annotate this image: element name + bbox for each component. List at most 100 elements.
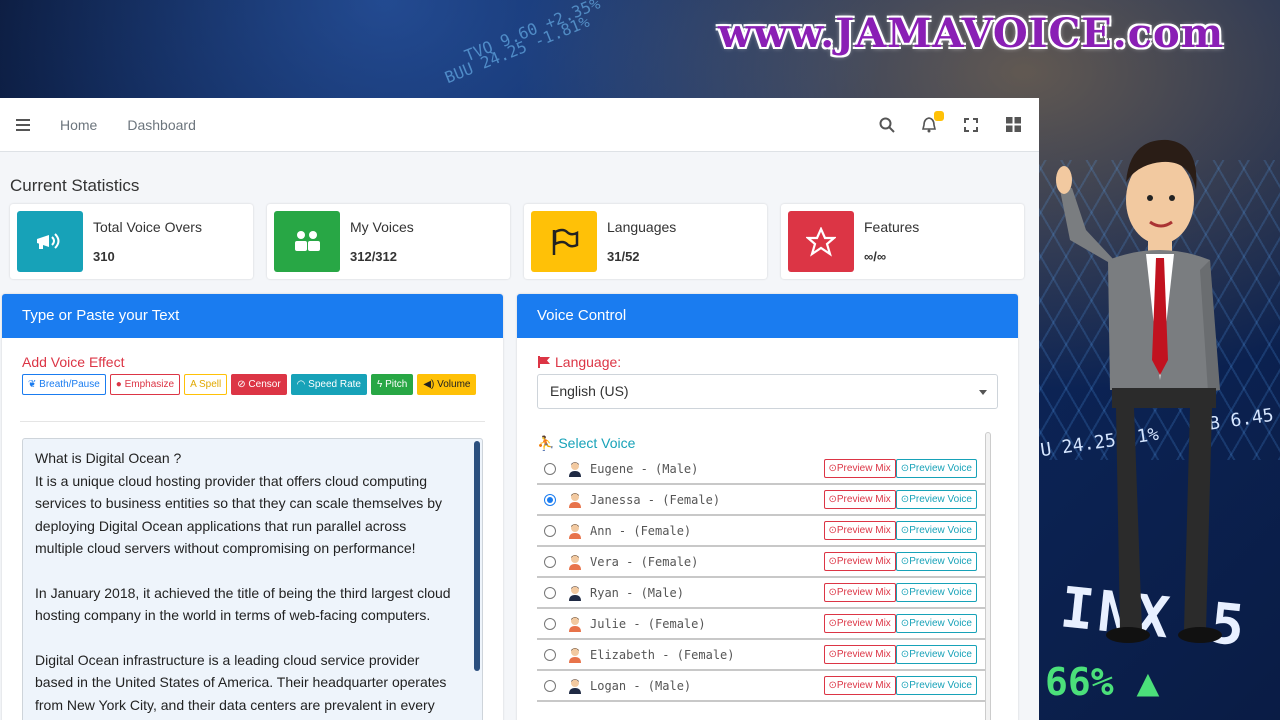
voice-name: Vera - (Female) xyxy=(590,554,699,569)
preview-mix-label: Preview Mix xyxy=(836,680,891,691)
effect-censor-button[interactable]: ⊘ Censor xyxy=(231,374,287,395)
voice-row[interactable]: Eugene - (Male) ⊙Preview Mix ⊙Preview Voic… xyxy=(537,454,989,485)
voice-row[interactable]: Logan - (Male) ⊙Preview Mix ⊙Preview Voice xyxy=(537,671,989,702)
notification-badge xyxy=(934,110,944,121)
select-voice-label: ⛹ Select Voice xyxy=(537,435,998,452)
voice-list-scrollbar[interactable] xyxy=(985,432,991,720)
effect-spell-button[interactable]: A Spell xyxy=(184,374,228,395)
preview-mix-button[interactable]: ⊙Preview Mix xyxy=(823,521,896,540)
preview-mix-button[interactable]: ⊙Preview Mix xyxy=(823,614,896,633)
voice-row[interactable]: Julie - (Female) ⊙Preview Mix ⊙Preview Voi… xyxy=(537,609,989,640)
preview-voice-button[interactable]: ⊙Preview Voice xyxy=(895,459,977,478)
preview-voice-button[interactable]: ⊙Preview Voice xyxy=(895,490,977,509)
menu-icon[interactable] xyxy=(16,118,30,131)
voice-radio[interactable] xyxy=(544,493,556,506)
select-voice-text: Select Voice xyxy=(558,435,636,451)
preview-mix-button[interactable]: ⊙Preview Mix xyxy=(823,552,896,571)
preview-voice-button[interactable]: ⊙Preview Voice xyxy=(895,552,977,571)
effect-chips: ❦ Breath/Pause ● Emphasize A Spell ⊘ Cen… xyxy=(22,374,483,395)
preview-voice-label: Preview Voice xyxy=(909,525,972,536)
panels-row: Type or Paste your Text Add Voice Effect… xyxy=(0,279,1039,720)
female-avatar-icon xyxy=(569,492,581,508)
male-avatar-icon xyxy=(569,461,581,477)
language-label-text: Language: xyxy=(555,354,622,370)
percent-ticker: 66% ▲ xyxy=(1045,660,1160,704)
female-avatar-icon xyxy=(569,523,581,539)
voice-effects: Add Voice Effect ❦ Breath/Pause ● Emphas… xyxy=(2,338,503,395)
megaphone-icon xyxy=(17,211,83,272)
stat-label: Features xyxy=(864,219,920,235)
preview-mix-button[interactable]: ⊙Preview Mix xyxy=(823,583,896,602)
preview-voice-button[interactable]: ⊙Preview Voice xyxy=(895,583,977,602)
effect-volume-button[interactable]: ◀) Volume xyxy=(417,374,477,395)
voice-name: Logan - (Male) xyxy=(590,678,692,693)
voice-panel: Voice Control Language: English (US) ⛹ S… xyxy=(517,294,1018,720)
female-avatar-icon xyxy=(569,647,581,663)
flag-icon xyxy=(531,211,597,272)
preview-voice-label: Preview Voice xyxy=(909,463,972,474)
effect-speed-rate-button[interactable]: ◠ Speed Rate xyxy=(290,374,367,395)
voice-radio[interactable] xyxy=(544,524,556,537)
brand-watermark: www.JAMAVOICE.com xyxy=(718,10,1225,57)
preview-voice-label: Preview Voice xyxy=(909,649,972,660)
voice-panel-title: Voice Control xyxy=(517,294,1018,338)
voice-row[interactable]: Vera - (Female) ⊙Preview Mix ⊙Preview Voic… xyxy=(537,547,989,578)
preview-voice-button[interactable]: ⊙Preview Voice xyxy=(895,645,977,664)
effect-emphasize-button[interactable]: ● Emphasize xyxy=(109,374,181,395)
voice-row[interactable]: Janessa - (Female) ⊙Preview Mix ⊙Preview V… xyxy=(537,485,989,516)
female-avatar-icon xyxy=(569,554,581,570)
voice-icon: ⛹ xyxy=(537,435,555,451)
stat-card-features: Features ∞/∞ xyxy=(781,204,1024,279)
voice-row[interactable]: Ryan - (Male) ⊙Preview Mix ⊙Preview Voice xyxy=(537,578,989,609)
preview-voice-button[interactable]: ⊙Preview Voice xyxy=(895,614,977,633)
stat-card-my-voices: My Voices 312/312 xyxy=(267,204,510,279)
voice-name: Julie - (Female) xyxy=(590,616,706,631)
grid-icon[interactable] xyxy=(1003,115,1023,135)
voice-name: Janessa - (Female) xyxy=(590,492,721,507)
effect-pitch-button[interactable]: ϟ Pitch xyxy=(371,374,414,395)
stat-value: 312/312 xyxy=(350,249,397,264)
stat-label: My Voices xyxy=(350,219,414,235)
preview-voice-button[interactable]: ⊙Preview Voice xyxy=(895,521,977,540)
voice-list: Eugene - (Male) ⊙Preview Mix ⊙Preview Voic… xyxy=(537,432,991,720)
chip-label: Censor xyxy=(248,379,281,390)
chip-label: Speed Rate xyxy=(308,379,361,390)
voice-row[interactable]: Ann - (Female) ⊙Preview Mix ⊙Preview Voice xyxy=(537,516,989,547)
voice-radio[interactable] xyxy=(544,586,556,599)
preview-mix-label: Preview Mix xyxy=(836,587,891,598)
flag-icon xyxy=(538,356,550,368)
voice-radio[interactable] xyxy=(544,462,556,475)
preview-mix-button[interactable]: ⊙Preview Mix xyxy=(823,645,896,664)
preview-mix-button[interactable]: ⊙Preview Mix xyxy=(823,676,896,695)
text-input-area[interactable]: What is Digital Ocean ? It is a unique c… xyxy=(22,438,483,720)
voice-radio[interactable] xyxy=(544,617,556,630)
preview-voice-label: Preview Voice xyxy=(909,556,972,567)
nav-dashboard[interactable]: Dashboard xyxy=(127,117,196,133)
chip-label: Volume xyxy=(437,379,471,390)
female-avatar-icon xyxy=(569,616,581,632)
presenter-illustration xyxy=(1056,139,1222,643)
text-paragraph-1: What is Digital Ocean ? It is a unique c… xyxy=(35,450,442,556)
search-icon[interactable] xyxy=(877,115,897,135)
voice-radio[interactable] xyxy=(544,679,556,692)
nav-home[interactable]: Home xyxy=(60,117,97,133)
voice-name: Ann - (Female) xyxy=(590,523,692,538)
language-select[interactable]: English (US) xyxy=(537,374,998,409)
male-avatar-icon xyxy=(569,678,581,694)
preview-mix-button[interactable]: ⊙Preview Mix xyxy=(823,459,896,478)
preview-mix-button[interactable]: ⊙Preview Mix xyxy=(823,490,896,509)
users-icon xyxy=(274,211,340,272)
fullscreen-icon[interactable] xyxy=(961,115,981,135)
bell-icon[interactable] xyxy=(919,110,944,135)
language-select-value: English (US) xyxy=(550,383,629,399)
preview-mix-label: Preview Mix xyxy=(836,463,891,474)
voice-row[interactable]: Elizabeth - (Female) ⊙Preview Mix ⊙Preview… xyxy=(537,640,989,671)
preview-voice-button[interactable]: ⊙Preview Voice xyxy=(895,676,977,695)
stat-card-languages: Languages 31/52 xyxy=(524,204,767,279)
stats-title: Current Statistics xyxy=(10,176,140,195)
voice-radio[interactable] xyxy=(544,648,556,661)
text-scrollbar[interactable] xyxy=(474,441,480,671)
effect-breath-pause-button[interactable]: ❦ Breath/Pause xyxy=(22,374,106,395)
stat-card-voice-overs: Total Voice Overs 310 xyxy=(10,204,253,279)
voice-radio[interactable] xyxy=(544,555,556,568)
